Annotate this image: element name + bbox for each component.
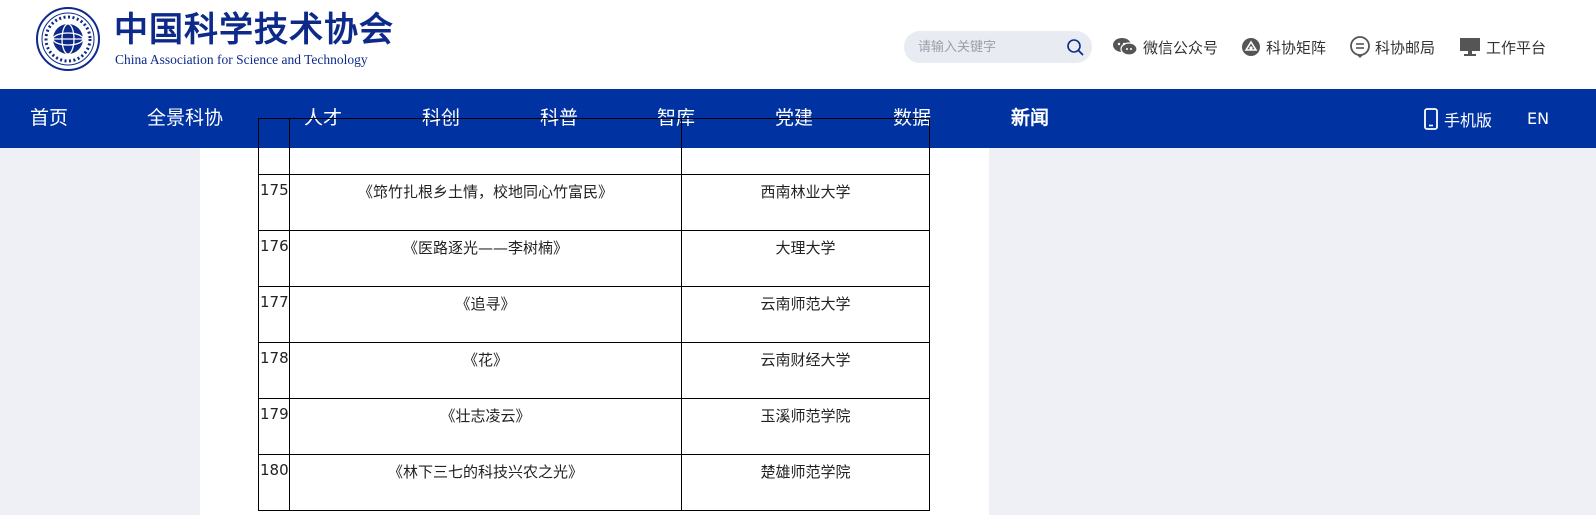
organization: 云南财经大学 (681, 342, 930, 399)
organization: 玉溪师范学院 (681, 398, 930, 455)
row-number: 180 (258, 454, 290, 511)
matrix-link-label: 科协矩阵 (1266, 38, 1327, 57)
logo-chinese-name[interactable]: 中国科学技术协会 (114, 10, 394, 50)
table-row: 180 《林下三七的科技兴农之光》 楚雄师范学院 (258, 454, 930, 511)
row-number: 178 (258, 342, 290, 399)
wechat-link-label: 微信公众号 (1143, 38, 1219, 57)
search-icon[interactable] (1066, 38, 1084, 56)
work-title: 《追寻》 (289, 286, 682, 343)
mail-link[interactable]: 科协邮局 (1350, 35, 1435, 59)
row-number: 176 (258, 230, 290, 287)
nav-item-panorama[interactable]: 全景科协 (147, 89, 223, 148)
article-content: 175 《筇竹扎根乡土情，校地同心竹富民》 西南林业大学 176 《医路逐光——李树楠》… (200, 118, 989, 515)
mobile-version-link[interactable]: 手机版 (1424, 89, 1492, 148)
table-row: 177 《追寻》 云南师范大学 (258, 286, 930, 343)
mail-icon (1350, 36, 1370, 58)
site-header: 中国科学技术协会 China Association for Science a… (0, 0, 1596, 89)
table-row (258, 118, 930, 175)
organization: 云南师范大学 (681, 286, 930, 343)
work-title (289, 118, 682, 175)
award-table: 175 《筇竹扎根乡土情，校地同心竹富民》 西南林业大学 176 《医路逐光——李树楠》… (258, 118, 930, 511)
monitor-icon (1460, 38, 1480, 56)
mobile-phone-icon (1424, 107, 1438, 130)
organization: 楚雄师范学院 (681, 454, 930, 511)
row-number: 177 (258, 286, 290, 343)
organization: 大理大学 (681, 230, 930, 287)
wechat-link[interactable]: 微信公众号 (1112, 35, 1218, 59)
table-row: 179 《壮志凌云》 玉溪师范学院 (258, 398, 930, 455)
work-title: 《林下三七的科技兴农之光》 (289, 454, 682, 511)
row-number: 179 (258, 398, 290, 455)
wechat-icon (1113, 38, 1138, 56)
workplatform-link[interactable]: 工作平台 (1459, 35, 1546, 59)
work-title: 《医路逐光——李树楠》 (289, 230, 682, 287)
matrix-link[interactable]: 科协矩阵 (1241, 35, 1326, 59)
nav-item-news[interactable]: 新闻 (1011, 89, 1049, 148)
organization: 西南林业大学 (681, 174, 930, 231)
table-row: 176 《医路逐光——李树楠》 大理大学 (258, 230, 930, 287)
work-title: 《筇竹扎根乡土情，校地同心竹富民》 (289, 174, 682, 231)
mobile-version-label: 手机版 (1444, 110, 1493, 130)
matrix-icon (1242, 38, 1260, 56)
organization (681, 118, 930, 175)
row-number: 175 (258, 174, 290, 231)
table-row: 175 《筇竹扎根乡土情，校地同心竹富民》 西南林业大学 (258, 174, 930, 231)
search-input[interactable] (918, 31, 1058, 63)
search-box (904, 31, 1092, 63)
workplatform-link-label: 工作平台 (1486, 38, 1547, 57)
mail-link-label: 科协邮局 (1375, 38, 1436, 57)
language-switch-en[interactable]: EN (1527, 89, 1549, 148)
table-row: 178 《花》 云南财经大学 (258, 342, 930, 399)
work-title: 《花》 (289, 342, 682, 399)
cast-emblem-icon[interactable] (36, 7, 100, 71)
work-title: 《壮志凌云》 (289, 398, 682, 455)
nav-item-home[interactable]: 首页 (30, 89, 68, 148)
logo-english-name[interactable]: China Association for Science and Techno… (115, 52, 368, 68)
row-number (258, 118, 290, 175)
